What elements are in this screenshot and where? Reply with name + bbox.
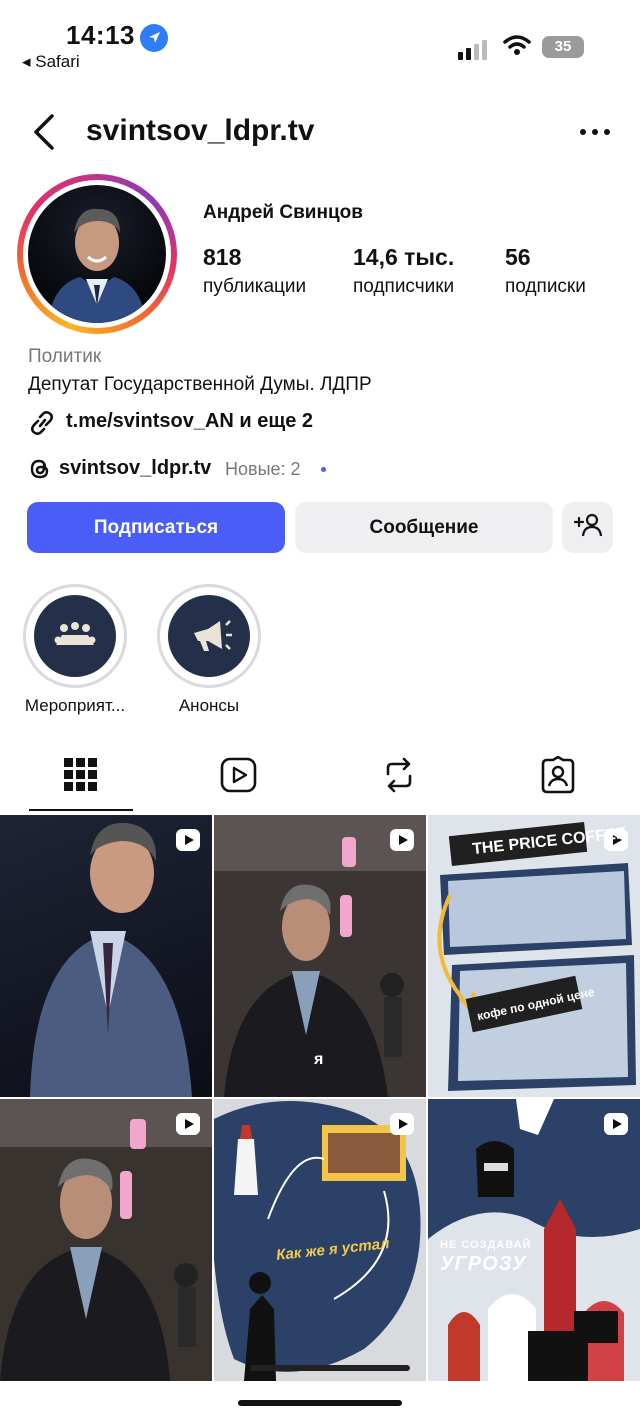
more-options-icon[interactable]	[576, 122, 616, 142]
reels-icon	[220, 757, 258, 798]
status-time: 14:13	[66, 20, 135, 50]
status-bar: 14:13 ◂ Safari 35	[0, 0, 640, 80]
post-tile[interactable]: НЕ СОЗДАВАЙ УГРОЗУ	[428, 1099, 640, 1381]
threads-new-dot	[321, 467, 326, 472]
profile-bio: Депутат Государственной Думы. ЛДПР	[28, 374, 372, 395]
add-person-icon	[573, 513, 603, 543]
profile-username: svintsov_ldpr.tv	[86, 114, 315, 147]
profile-category: Политик	[28, 346, 102, 367]
stat-followers-value: 14,6 тыс.	[353, 244, 455, 270]
post-caption-small: НЕ СОЗДАВАЙ	[440, 1239, 532, 1251]
tab-reels[interactable]	[220, 756, 260, 796]
follow-button[interactable]: Подписаться	[27, 502, 285, 553]
repost-icon	[380, 757, 418, 798]
story-ring[interactable]	[17, 174, 177, 334]
highlight-events[interactable]: Мероприят...	[23, 584, 127, 716]
stat-following-label: подписки	[505, 276, 586, 297]
meeting-table-icon	[34, 595, 116, 677]
stat-followers-label: подписчики	[353, 276, 455, 297]
tab-posts-grid[interactable]	[62, 756, 102, 796]
reel-icon	[604, 1113, 628, 1135]
location-arrow-icon	[140, 24, 168, 52]
post-tile[interactable]: THE PRICE COFFEE кофе по одной цене	[428, 815, 640, 1097]
back-chevron-icon[interactable]	[30, 114, 60, 150]
post-tile[interactable]	[0, 815, 212, 1097]
highlight-events-label: Мероприят...	[24, 696, 126, 715]
post-caption: я	[314, 1051, 324, 1068]
link-icon	[28, 410, 56, 436]
stat-posts[interactable]: 818 публикации	[203, 244, 306, 298]
avatar[interactable]	[28, 185, 166, 323]
reel-icon	[390, 1113, 414, 1135]
grid-icon	[62, 758, 98, 796]
message-button[interactable]: Сообщение	[295, 502, 553, 553]
scroll-indicator	[250, 1365, 410, 1371]
active-tab-indicator	[29, 809, 133, 811]
stat-followers[interactable]: 14,6 тыс. подписчики	[353, 244, 454, 298]
stat-posts-label: публикации	[203, 276, 307, 297]
stat-following-value: 56	[505, 244, 531, 270]
tagged-person-icon	[539, 755, 577, 798]
tab-tagged[interactable]	[539, 755, 579, 798]
threads-icon	[28, 457, 52, 481]
battery-indicator: 35	[542, 36, 584, 58]
back-to-safari-link[interactable]: ◂ Safari	[22, 52, 80, 72]
post-tile[interactable]: Как же я устал	[214, 1099, 426, 1381]
wifi-icon	[503, 34, 531, 56]
stat-posts-value: 818	[203, 244, 242, 270]
post-tile[interactable]: я	[214, 815, 426, 1097]
threads-username: svintsov_ldpr.tv	[59, 457, 212, 479]
home-indicator[interactable]	[238, 1400, 402, 1406]
posts-grid: я THE PRICE COFFEE кофе по одной цене Ка…	[0, 815, 640, 1383]
profile-link-text[interactable]: t.me/svintsov_AN и еще 2	[66, 410, 313, 433]
reel-icon	[390, 829, 414, 851]
tab-reposts[interactable]	[380, 756, 420, 796]
post-tile[interactable]	[0, 1099, 212, 1381]
reel-icon	[176, 829, 200, 851]
cellular-signal-icon	[458, 38, 492, 60]
threads-new-label: Новые: 2	[225, 459, 301, 479]
highlight-announcements[interactable]: Анонсы	[157, 584, 261, 716]
suggest-people-button[interactable]	[562, 502, 613, 553]
profile-full-name: Андрей Свинцов	[203, 202, 363, 223]
reel-icon	[176, 1113, 200, 1135]
stat-following[interactable]: 56 подписки	[505, 244, 586, 298]
post-caption: УГРОЗУ	[440, 1253, 527, 1275]
megaphone-icon	[168, 595, 250, 677]
highlight-announcements-label: Анонсы	[178, 696, 240, 715]
